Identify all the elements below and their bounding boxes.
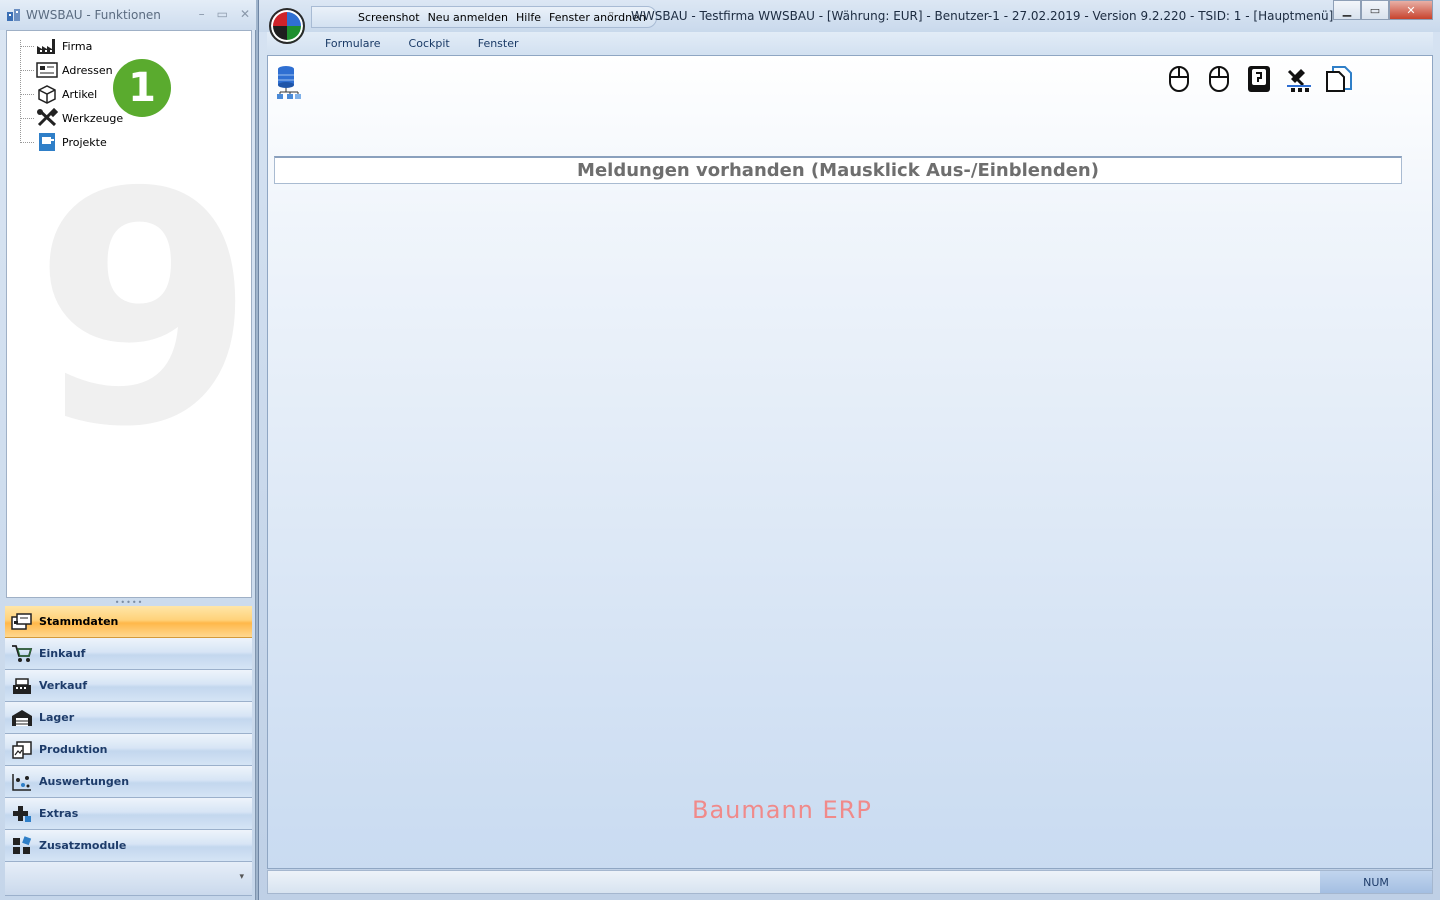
database-network-icon[interactable] (276, 64, 308, 100)
help-button[interactable]: Hilfe (516, 11, 541, 24)
nav-item-label: Lager (39, 711, 75, 724)
tree-item-label: Adressen (62, 63, 113, 77)
network-tools-icon[interactable] (1285, 64, 1313, 94)
nav-item-label: Produktion (39, 743, 108, 756)
version-watermark: 9 (33, 125, 252, 497)
messages-toggle-bar[interactable]: Meldungen vorhanden (Mausklick Aus-/Einb… (274, 156, 1402, 184)
functions-window: WWSBAU - Funktionen – ▭ ✕ 9 Firma Adress… (0, 0, 256, 900)
mouse-right-icon[interactable] (1205, 64, 1233, 94)
main-titlebar: Screenshot Neu anmelden Hilfe Fenster an… (259, 0, 1440, 32)
minimize-button[interactable]: ▁ (1333, 0, 1361, 20)
window-controls: ▁ ▭ ✕ (1333, 0, 1433, 20)
num-lock-label: NUM (1363, 875, 1389, 889)
chevron-down-icon[interactable]: ▾ (239, 872, 244, 882)
nav-item-verkauf[interactable]: Verkauf (5, 670, 252, 702)
close-button[interactable]: ✕ (1389, 0, 1433, 20)
nav-item-label: Zusatzmodule (39, 839, 127, 852)
messages-text: Meldungen vorhanden (Mausklick Aus-/Einb… (577, 160, 1099, 181)
copy-document-icon[interactable] (1325, 64, 1353, 94)
tab-cockpit[interactable]: Cockpit (409, 37, 450, 50)
factory-icon (36, 36, 58, 56)
box-icon (36, 84, 58, 104)
navigation-pane: Stammdaten Einkauf Verkauf Lager Produkt… (5, 606, 252, 862)
close-button[interactable]: ✕ (240, 7, 250, 21)
quick-access-dropdown-icon[interactable]: ▿ (609, 10, 614, 20)
master-data-icon (10, 610, 34, 634)
nav-item-produktion[interactable]: Produktion (5, 734, 252, 766)
extras-icon (10, 802, 34, 826)
tree-item-artikel[interactable]: Artikel (20, 83, 97, 105)
nav-item-label: Verkauf (39, 679, 88, 692)
minimize-button[interactable]: – (199, 7, 205, 21)
nav-item-stammdaten[interactable]: Stammdaten (5, 606, 252, 638)
nav-item-zusatzmodule[interactable]: Zusatzmodule (5, 830, 252, 862)
tree-item-firma[interactable]: Firma (20, 35, 92, 57)
tab-fenster[interactable]: Fenster (478, 37, 519, 50)
app-icon (7, 9, 20, 21)
tools-icon (36, 108, 58, 128)
warehouse-icon (10, 706, 34, 730)
nav-item-extras[interactable]: Extras (5, 798, 252, 830)
tree-item-label: Werkzeuge (62, 111, 124, 125)
keyboard-key-icon[interactable] (1245, 64, 1273, 94)
maximize-button[interactable]: ▭ (1361, 0, 1389, 20)
modules-icon (10, 834, 34, 858)
tree-item-label: Artikel (62, 87, 98, 101)
functions-window-title: WWSBAU - Funktionen (26, 8, 161, 22)
screenshot-button[interactable]: Screenshot (358, 11, 420, 24)
nav-item-auswertungen[interactable]: Auswertungen (5, 766, 252, 798)
brand-text: Baumann ERP (692, 796, 872, 824)
tree-item-projekte[interactable]: Projekte (20, 131, 107, 153)
cart-icon (10, 642, 34, 666)
nav-item-label: Auswertungen (39, 775, 130, 788)
tree-item-label: Projekte (62, 135, 107, 149)
step-badge: 1 (113, 59, 171, 117)
mouse-left-icon[interactable] (1165, 64, 1193, 94)
nav-item-einkauf[interactable]: Einkauf (5, 638, 252, 670)
panel-splitter[interactable]: ••••• (6, 598, 252, 607)
relogin-button[interactable]: Neu anmelden (428, 11, 508, 24)
tab-formulare[interactable]: Formulare (325, 37, 381, 50)
nav-item-lager[interactable]: Lager (5, 702, 252, 734)
cash-register-icon (10, 674, 34, 698)
project-icon (36, 132, 58, 152)
nav-item-label: Einkauf (39, 647, 86, 660)
status-bar: NUM (267, 870, 1433, 894)
toolbar-icons (1165, 64, 1353, 94)
analysis-icon (10, 770, 34, 794)
navigation-pane-footer[interactable]: ▾ (5, 862, 252, 896)
window-title: WWSBAU - Testfirma WWSBAU - [Währung: EU… (631, 9, 1334, 23)
maximize-button[interactable]: ▭ (217, 7, 228, 21)
ribbon-tabs: Formulare Cockpit Fenster (267, 32, 1433, 54)
function-tree: 9 Firma Adressen Artikel Werkzeuge Proje… (6, 30, 252, 598)
tree-item-label: Firma (62, 39, 93, 53)
quick-access-toolbar: Screenshot Neu anmelden Hilfe Fenster an… (311, 6, 657, 28)
nav-item-label: Stammdaten (39, 615, 119, 628)
address-card-icon (36, 60, 58, 80)
tree-item-werkzeuge[interactable]: Werkzeuge (20, 107, 123, 129)
functions-titlebar: WWSBAU - Funktionen – ▭ ✕ (0, 0, 256, 30)
tree-item-adressen[interactable]: Adressen (20, 59, 113, 81)
production-icon (10, 738, 34, 762)
main-window: Screenshot Neu anmelden Hilfe Fenster an… (258, 0, 1440, 900)
main-content: Meldungen vorhanden (Mausklick Aus-/Einb… (267, 55, 1433, 869)
nav-item-label: Extras (39, 807, 79, 820)
application-orb-button[interactable] (269, 8, 305, 44)
num-lock-indicator: NUM (1320, 871, 1432, 893)
